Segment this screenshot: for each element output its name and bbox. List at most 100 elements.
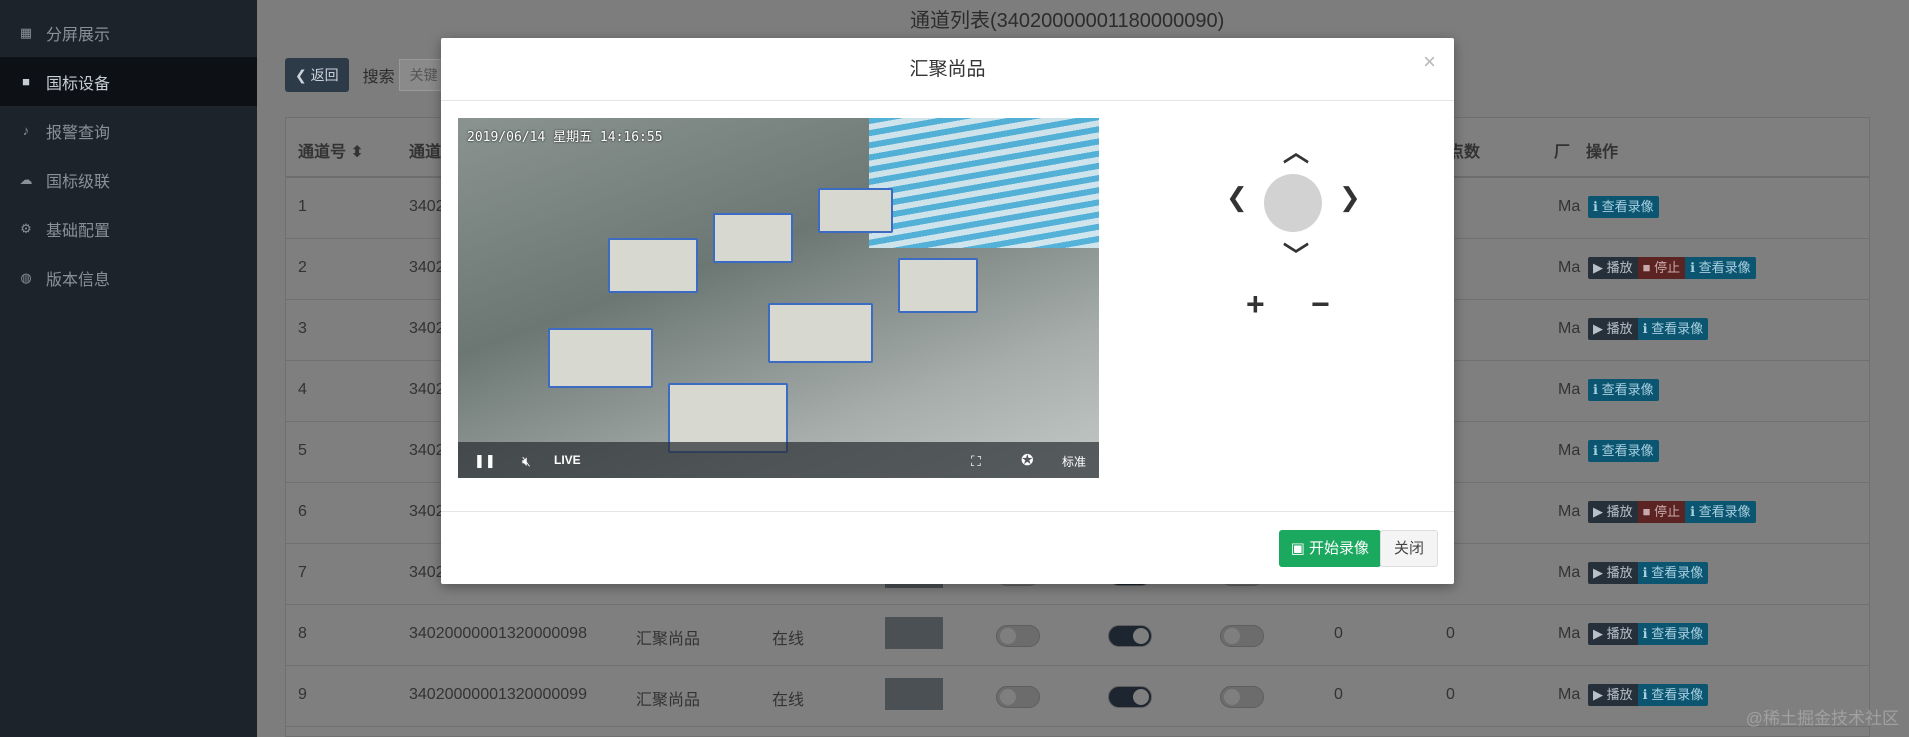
table-row: 8 34020000001320000098 汇聚尚品 在线 0 0 Ma ▶ 播放 ℹ 查看录… (286, 605, 1869, 666)
view-recording-button[interactable]: ℹ 查看录像 (1637, 684, 1709, 706)
cell-vendor: Ma (1558, 381, 1581, 398)
toggle-switch[interactable] (1108, 686, 1152, 708)
play-button[interactable]: ▶ 播放 (1588, 623, 1638, 645)
sort-icon[interactable]: ⬍ (350, 144, 363, 161)
cell-channel-id: 3402 (409, 442, 445, 459)
cell-channel-no: 7 (298, 564, 307, 581)
ptz-control: ︿ ❮ ❯ ﹀ + − (1216, 118, 1376, 338)
info-icon: ℹ (1642, 626, 1652, 641)
play-button[interactable]: ▶ 播放 (1588, 318, 1638, 340)
play-icon: ▶ (1593, 260, 1607, 275)
info-icon: ℹ (1690, 504, 1699, 519)
ptz-up-icon[interactable]: ︿ (1283, 132, 1309, 169)
cell-vendor: Ma (1558, 503, 1581, 520)
header-actions: 操作 (1586, 144, 1619, 161)
cell-channel-no: 2 (298, 259, 307, 276)
toggle-switch[interactable] (996, 686, 1040, 708)
info-icon: ℹ (1593, 382, 1602, 397)
play-icon: ▶ (1593, 565, 1607, 580)
ptz-down-icon[interactable]: ﹀ (1283, 236, 1309, 273)
view-recording-button[interactable]: ℹ 查看录像 (1637, 318, 1709, 340)
cell-channel-id: 3402 (409, 564, 445, 581)
toggle-switch[interactable] (1108, 625, 1152, 647)
sidebar-item-basic-config[interactable]: ⚙ 基础配置 (0, 204, 257, 253)
sidebar-item-label: 基础配置 (46, 222, 111, 240)
info-icon: ℹ (1690, 260, 1699, 275)
zoom-out-icon[interactable]: − (1311, 286, 1330, 323)
cell-count: 0 (1446, 625, 1455, 642)
sidebar-item-gb-devices[interactable]: ■ 国标设备 (0, 57, 257, 106)
row-actions: ℹ 查看录像 (1588, 379, 1659, 401)
toggle-switch[interactable] (996, 625, 1040, 647)
view-recording-button[interactable]: ℹ 查看录像 (1685, 257, 1756, 279)
cell-count: 0 (1334, 625, 1343, 642)
view-recording-button[interactable]: ℹ 查看录像 (1588, 440, 1659, 462)
view-recording-button[interactable]: ℹ 查看录像 (1588, 379, 1659, 401)
view-recording-button[interactable]: ℹ 查看录像 (1637, 623, 1709, 645)
bell-icon: ♪ (22, 123, 30, 138)
sidebar-item-label: 分屏展示 (46, 26, 111, 44)
info-icon: ℹ (1593, 443, 1602, 458)
play-button[interactable]: ▶ 播放 (1588, 257, 1638, 279)
quality-icon[interactable]: ✪ (1021, 451, 1034, 469)
close-button[interactable]: 关闭 (1379, 530, 1438, 567)
video-timestamp: 2019/06/14 星期五 14:16:55 (467, 130, 663, 145)
close-icon[interactable]: × (1423, 30, 1436, 93)
view-recording-button[interactable]: ℹ 查看录像 (1637, 562, 1709, 584)
snapshot-thumbnail[interactable] (885, 617, 943, 649)
cell-channel-id: 3402 (409, 320, 445, 337)
play-button[interactable]: ▶ 播放 (1588, 501, 1638, 523)
cell-channel-no: 9 (298, 686, 307, 703)
cell-channel-no: 4 (298, 381, 307, 398)
ptz-right-icon[interactable]: ❯ (1339, 182, 1361, 213)
video-desk (768, 303, 873, 363)
video-window-blinds (869, 118, 1099, 248)
ptz-left-icon[interactable]: ❮ (1226, 182, 1248, 213)
cell-vendor: Ma (1558, 442, 1581, 459)
play-button[interactable]: ▶ 播放 (1588, 562, 1638, 584)
back-button[interactable]: ❮ 返回 (285, 58, 349, 92)
row-actions: ℹ 查看录像 (1588, 196, 1659, 218)
ptz-center-button[interactable] (1264, 174, 1322, 232)
toggle-switch[interactable] (1220, 686, 1264, 708)
toggle-switch[interactable] (1220, 625, 1264, 647)
header-channel-no[interactable]: 通道号 ⬍ (298, 138, 364, 162)
cell-channel-no: 8 (298, 625, 307, 642)
info-icon: ℹ (1642, 565, 1652, 580)
info-icon: ℹ (1642, 321, 1652, 336)
cell-channel-id: 34020000001320000098 (409, 625, 587, 642)
zoom-in-icon[interactable]: + (1246, 286, 1265, 323)
snapshot-thumbnail[interactable] (885, 678, 943, 710)
mute-icon[interactable]: 🔇︎ (522, 453, 531, 470)
view-recording-button[interactable]: ℹ 查看录像 (1588, 196, 1659, 218)
cell-count: 0 (1446, 686, 1455, 703)
stop-button[interactable]: ■ 停止 (1637, 257, 1686, 279)
cell-channel-no: 5 (298, 442, 307, 459)
sidebar-item-label: 国标级联 (46, 173, 111, 191)
globe-icon: ◍ (20, 269, 32, 285)
quality-label[interactable]: 标准 (1062, 453, 1086, 470)
view-recording-button[interactable]: ℹ 查看录像 (1685, 501, 1756, 523)
pause-icon[interactable]: ❚❚ (474, 453, 496, 469)
stop-icon: ■ (1642, 504, 1655, 519)
watermark: @稀土掘金技术社区 (1745, 709, 1899, 728)
video-player[interactable]: 2019/06/14 星期五 14:16:55 ❚❚ 🔇︎ LIVE ⛶ ✪ 标… (458, 118, 1099, 478)
sidebar-item-alarm-query[interactable]: ♪ 报警查询 (0, 106, 257, 155)
info-icon: ℹ (1642, 687, 1652, 702)
stop-button[interactable]: ■ 停止 (1637, 501, 1686, 523)
row-actions: ▶ 播放 ℹ 查看录像 (1588, 562, 1709, 584)
cell-channel-id: 3402 (409, 198, 445, 215)
cell-channel-id: 3402 (409, 503, 445, 520)
play-button[interactable]: ▶ 播放 (1588, 684, 1638, 706)
cell-vendor: Ma (1558, 564, 1581, 581)
start-recording-button[interactable]: ▣ 开始录像 (1278, 530, 1381, 567)
fullscreen-icon[interactable]: ⛶ (971, 453, 981, 470)
sidebar-item-version-info[interactable]: ◍ 版本信息 (0, 253, 257, 302)
sidebar-item-label: 版本信息 (46, 271, 111, 289)
sidebar-item-gb-cascade[interactable]: ☁ 国标级联 (0, 155, 257, 204)
play-icon: ▶ (1593, 626, 1607, 641)
video-desk (898, 258, 978, 313)
info-icon: ℹ (1593, 199, 1602, 214)
cell-channel-id: 34020000001320000099 (409, 686, 587, 703)
sidebar-item-split-screen[interactable]: ▦ 分屏展示 (0, 8, 257, 57)
